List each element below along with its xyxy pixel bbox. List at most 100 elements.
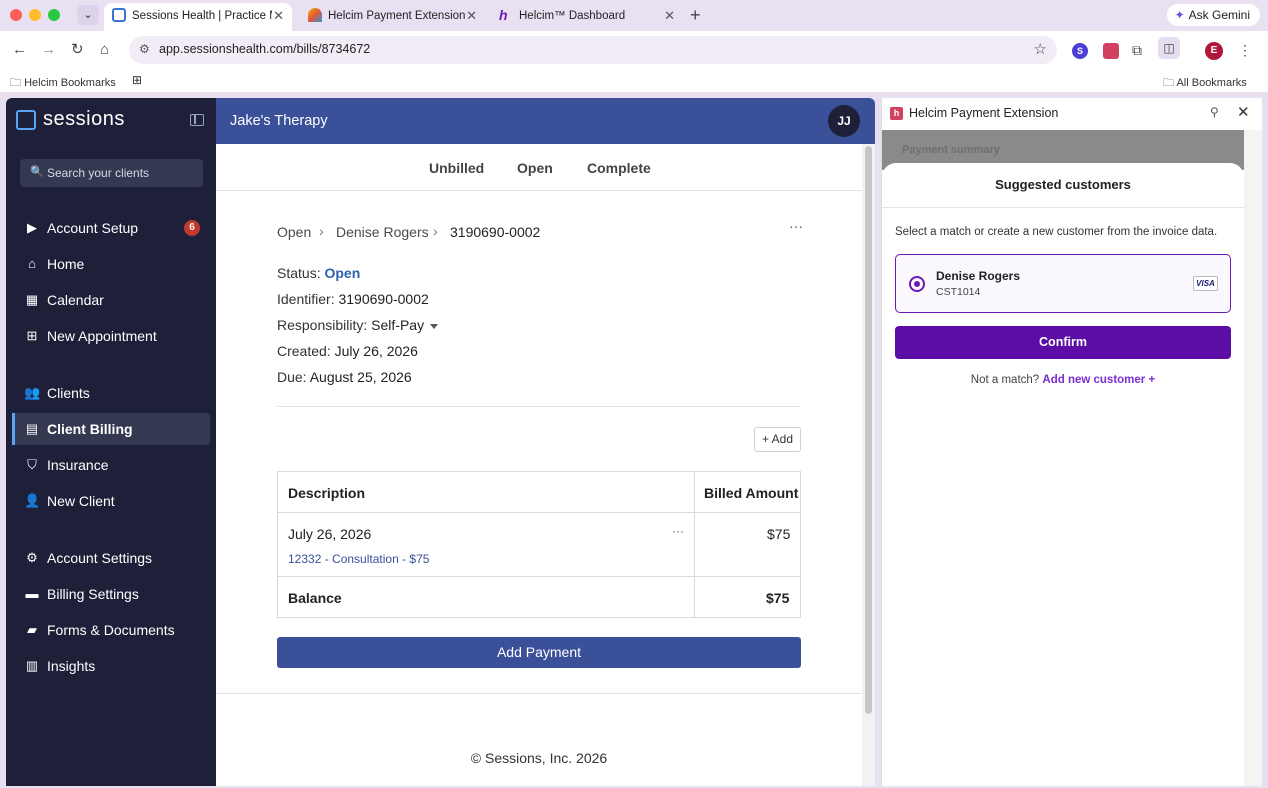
reload-icon[interactable]: ↻ (71, 41, 84, 59)
breadcrumb-open[interactable]: Open (277, 224, 311, 240)
search-icon: 🔍 (30, 166, 44, 178)
sidebar-item-label: New Appointment (47, 328, 157, 344)
side-panel-icon[interactable]: ◫ (1158, 37, 1180, 59)
rainbow-favicon-icon (308, 7, 322, 22)
bill-responsibility: Responsibility: Self-Pay (277, 317, 439, 333)
tab-sessions-health[interactable]: Sessions Health | Practice Ma ✕ (104, 3, 292, 31)
calendar-plus-icon: ⊞ (26, 328, 38, 343)
bookmark-star-icon[interactable]: ☆ (1034, 40, 1047, 58)
sidebar-item-new-client[interactable]: 👤 New Client (12, 485, 210, 517)
window-close-button[interactable] (10, 9, 22, 21)
extensions-puzzle-icon[interactable]: ⧉ (1132, 41, 1142, 59)
line-item-detail-link[interactable]: 12332 - Consultation - $75 (288, 552, 429, 566)
created-value: July 26, 2026 (334, 343, 418, 359)
forward-arrow-icon[interactable]: → (41, 41, 56, 59)
tab-title: Sessions Health | Practice Ma (132, 10, 272, 22)
shield-icon: ⛉ (27, 457, 37, 472)
more-options-icon[interactable]: ··· (789, 218, 803, 234)
customer-id: CST1014 (936, 286, 981, 298)
new-tab-button[interactable]: + (690, 5, 701, 25)
sidebar-item-account-setup[interactable]: ▶ Account Setup 6 (12, 212, 210, 244)
extension-s-icon[interactable]: S (1072, 43, 1088, 59)
sidebar-item-calendar[interactable]: ▦ Calendar (12, 284, 210, 316)
address-bar[interactable]: ⚙ app.sessionshealth.com/bills/8734672 ☆ (129, 36, 1057, 64)
bookmark-label: All Bookmarks (1176, 77, 1247, 89)
identifier-label: Identifier: (277, 291, 335, 307)
sidebar-item-insurance[interactable]: ⛉ Insurance (12, 449, 210, 481)
tab-title: Helcim Payment Extension - C (328, 10, 468, 22)
all-bookmarks-folder[interactable]: 🗀 All Bookmarks (1163, 74, 1247, 93)
folder-icon: 🗀 (10, 77, 21, 89)
site-info-icon[interactable]: ⚙ (139, 42, 150, 56)
sidebar-item-label: Calendar (47, 292, 104, 308)
scrollbar-thumb[interactable] (865, 146, 872, 714)
sidebar-item-label: Account Setup (47, 220, 139, 236)
status-value: Open (324, 265, 361, 281)
sidebar-item-client-billing[interactable]: ▤ Client Billing (12, 413, 210, 445)
profile-avatar[interactable]: E (1205, 42, 1223, 60)
responsibility-dropdown[interactable]: Self-Pay (371, 317, 439, 333)
customer-option[interactable]: Denise Rogers CST1014 VISA (895, 254, 1231, 313)
sidebar-item-new-appointment[interactable]: ⊞ New Appointment (12, 320, 210, 352)
add-new-customer-link[interactable]: Add new customer + (1042, 374, 1155, 386)
home-icon[interactable]: ⌂ (100, 41, 109, 59)
notification-badge: 6 (184, 220, 200, 236)
status-label: Status: (277, 265, 321, 281)
bookmarks-bar: 🗀 Helcim Bookmarks ⊞ 🗀 All Bookmarks (0, 69, 1268, 93)
line-item-more-icon[interactable]: ··· (672, 524, 684, 538)
id-card-icon: ▤ (25, 421, 39, 436)
gemini-spark-icon: ✦ (1174, 8, 1185, 22)
window-minimize-button[interactable] (29, 9, 41, 21)
bookmark-label: Helcim Bookmarks (24, 77, 116, 89)
helcim-extension-icon[interactable] (1103, 43, 1119, 59)
sidebar-item-clients[interactable]: 👥 Clients (12, 377, 210, 409)
suggested-customers-sheet: Suggested customers Select a match or cr… (882, 163, 1244, 786)
due-value: August 25, 2026 (309, 369, 412, 385)
add-payment-button[interactable]: Add Payment (277, 637, 801, 668)
close-tab-icon[interactable]: ✕ (664, 3, 675, 29)
selected-radio[interactable] (909, 276, 925, 292)
no-match-prompt: Not a match? Add new customer + (882, 374, 1244, 386)
sheet-title: Suggested customers (995, 177, 1131, 192)
window-maximize-button[interactable] (48, 9, 60, 21)
page-scrollbar[interactable] (862, 144, 875, 786)
app-sidebar: sessions 🔍 Search your clients ▶ Account… (6, 98, 216, 786)
chart-icon: ▥ (25, 658, 39, 673)
client-search-input[interactable]: 🔍 Search your clients (20, 159, 203, 187)
tab-complete[interactable]: Complete (587, 160, 651, 176)
add-line-item-button[interactable]: + Add (754, 427, 801, 452)
url-text[interactable]: app.sessionshealth.com/bills/8734672 (159, 42, 370, 56)
close-tab-icon[interactable]: ✕ (273, 3, 284, 29)
sheet-description: Select a match or create a new customer … (895, 226, 1218, 238)
close-tab-icon[interactable]: ✕ (466, 3, 477, 29)
sidebar-item-insights[interactable]: ▥ Insights (12, 650, 210, 682)
tab-unbilled[interactable]: Unbilled (429, 160, 484, 176)
tab-helcim-dashboard[interactable]: h Helcim™ Dashboard ✕ (493, 3, 683, 31)
chevron-right-icon: › (319, 223, 324, 239)
unpin-icon[interactable]: ⚲ (1210, 105, 1219, 119)
sidebar-item-forms-documents[interactable]: ▰ Forms & Documents (12, 614, 210, 646)
ask-gemini-button[interactable]: ✦ Ask Gemini (1166, 4, 1260, 26)
column-divider (694, 472, 695, 617)
collapse-sidebar-icon[interactable] (190, 114, 204, 126)
close-icon[interactable]: ✕ (1237, 103, 1250, 121)
extension-scrollbar[interactable] (1244, 130, 1262, 786)
divider (882, 207, 1244, 208)
tab-open[interactable]: Open (517, 160, 553, 176)
confirm-button[interactable]: Confirm (895, 326, 1231, 359)
sidebar-item-billing-settings[interactable]: ▬ Billing Settings (12, 578, 210, 610)
tab-helcim-extension[interactable]: Helcim Payment Extension - C ✕ (300, 3, 485, 31)
tab-search-chevron-icon[interactable]: ⌄ (77, 5, 99, 25)
sidebar-item-label: Home (47, 256, 85, 272)
browser-menu-icon[interactable]: ⋮ (1238, 41, 1252, 59)
breadcrumb-client[interactable]: Denise Rogers (336, 224, 429, 240)
sidebar-item-label: Insights (47, 658, 96, 674)
visa-card-icon: VISA (1193, 276, 1218, 291)
user-avatar[interactable]: JJ (828, 105, 860, 137)
apps-grid-icon[interactable]: ⊞ (132, 73, 142, 87)
sidebar-item-account-settings[interactable]: ⚙ Account Settings (12, 542, 210, 574)
sidebar-item-home[interactable]: ⌂ Home (12, 248, 210, 280)
back-arrow-icon[interactable]: ← (12, 41, 27, 59)
line-item-date: July 26, 2026 (288, 526, 372, 542)
bookmark-folder-helcim[interactable]: 🗀 Helcim Bookmarks (10, 74, 116, 93)
